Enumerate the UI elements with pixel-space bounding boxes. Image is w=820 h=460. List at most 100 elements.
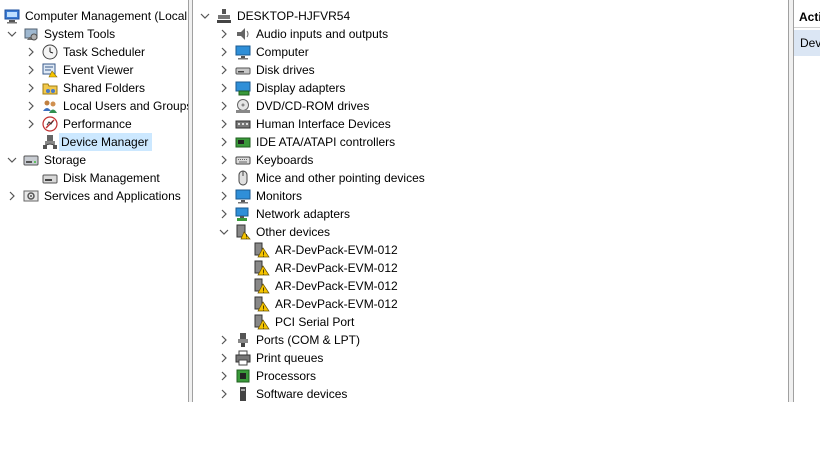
chevron-right-icon[interactable] <box>218 133 230 151</box>
chevron-right-icon[interactable] <box>218 79 230 97</box>
chevron-right-icon[interactable] <box>25 97 37 115</box>
tree-item-storage[interactable]: Storage <box>0 151 188 169</box>
chevron-down-icon[interactable] <box>6 25 18 43</box>
chevron-right-icon[interactable] <box>25 79 37 97</box>
display-adapter-icon <box>235 80 251 96</box>
device-warning-icon: ! <box>254 260 270 277</box>
disk-drive-icon <box>235 62 251 78</box>
chevron-right-icon[interactable] <box>218 331 230 349</box>
computer-management-icon <box>4 8 20 24</box>
chevron-right-icon[interactable] <box>218 43 230 61</box>
computer-host-icon <box>216 8 232 24</box>
keyboard-icon <box>235 152 251 168</box>
chevron-right-icon[interactable] <box>25 61 37 79</box>
monitor-icon <box>235 188 251 204</box>
tree-item-performance[interactable]: Performance <box>0 115 188 133</box>
storage-icon <box>23 152 39 168</box>
tree-item-label: Computer Management (Local <box>25 9 188 23</box>
actions-item-device-manager[interactable]: Dev <box>794 30 820 56</box>
device-category-label: Disk drives <box>256 63 315 77</box>
tree-item-label: Device Manager <box>59 133 152 151</box>
actions-header: Acti <box>794 6 820 28</box>
chevron-right-icon[interactable] <box>218 97 230 115</box>
tree-item-task-scheduler[interactable]: Task Scheduler <box>0 43 188 61</box>
tree-item-disk-management[interactable]: Disk Management <box>0 169 188 187</box>
chevron-right-icon[interactable] <box>218 115 230 133</box>
speaker-icon <box>235 26 251 42</box>
device-category-label: IDE ATA/ATAPI controllers <box>256 135 396 149</box>
chevron-right-icon[interactable] <box>218 61 230 79</box>
chevron-right-icon[interactable] <box>6 187 18 205</box>
device-category-label: Ports (COM & LPT) <box>256 333 361 347</box>
svg-text:!: ! <box>262 305 265 313</box>
device-category-label: DVD/CD-ROM drives <box>256 99 370 113</box>
device-category-label: Network adapters <box>256 207 351 221</box>
tree-item-local-users-groups[interactable]: Local Users and Groups <box>0 97 188 115</box>
device-warning-icon: ! <box>254 314 270 331</box>
device-tree: DESKTOP-HJFVR54 Audio inputs and outputs… <box>193 0 788 402</box>
device-item-label: AR-DevPack-EVM-012 <box>275 297 398 311</box>
chevron-right-icon[interactable] <box>25 115 37 133</box>
navigation-tree: Computer Management (Local System Tools … <box>0 0 188 402</box>
mouse-icon <box>235 170 251 186</box>
other-devices-icon: ! <box>235 224 251 241</box>
tree-item-label: Local Users and Groups <box>63 99 188 113</box>
software-device-icon <box>235 386 251 402</box>
device-category-label: Print queues <box>256 351 324 365</box>
chevron-down-icon[interactable] <box>6 151 18 169</box>
tree-item-label: Task Scheduler <box>63 45 146 59</box>
device-item-label: AR-DevPack-EVM-012 <box>275 261 398 275</box>
device-category-label: Computer <box>256 45 309 59</box>
chevron-right-icon[interactable] <box>218 205 230 223</box>
monitor-icon <box>235 44 251 60</box>
device-category-label: Human Interface Devices <box>256 117 391 131</box>
services-icon <box>23 188 39 204</box>
device-category-label: Display adapters <box>256 81 346 95</box>
tree-item-label: Storage <box>44 153 87 167</box>
tree-item-label: Performance <box>63 117 132 131</box>
chevron-right-icon[interactable] <box>218 151 230 169</box>
svg-text:!: ! <box>245 234 247 241</box>
device-warning-icon: ! <box>254 242 270 259</box>
tree-item-system-tools[interactable]: System Tools <box>0 25 188 43</box>
device-category-label: Monitors <box>256 189 303 203</box>
device-item-label: AR-DevPack-EVM-012 <box>275 243 398 257</box>
processor-icon <box>235 368 251 384</box>
chevron-right-icon[interactable] <box>218 25 230 43</box>
computer-management-window: Computer Management (Local System Tools … <box>0 0 820 402</box>
device-category-label: Other devices <box>256 225 331 239</box>
tree-item-event-viewer[interactable]: Event Viewer <box>0 61 188 79</box>
tree-item-label: Disk Management <box>63 171 160 185</box>
chevron-right-icon[interactable] <box>25 43 37 61</box>
chevron-down-icon[interactable] <box>199 7 211 25</box>
chevron-right-icon[interactable] <box>218 385 230 402</box>
system-tools-icon <box>23 26 39 42</box>
shared-folder-icon <box>42 80 58 96</box>
chevron-right-icon[interactable] <box>218 169 230 187</box>
tree-item-shared-folders[interactable]: Shared Folders <box>0 79 188 97</box>
tree-item-label: Shared Folders <box>63 81 146 95</box>
tree-item-label: Services and Applications <box>44 189 181 203</box>
performance-icon <box>42 116 58 132</box>
tree-item-computer-management[interactable]: Computer Management (Local <box>0 7 188 25</box>
chevron-right-icon[interactable] <box>218 367 230 385</box>
chevron-down-icon[interactable] <box>218 223 230 241</box>
chevron-right-icon[interactable] <box>218 187 230 205</box>
device-warning-icon: ! <box>254 278 270 295</box>
tree-item-services-applications[interactable]: Services and Applications <box>0 187 188 205</box>
hid-icon <box>235 116 251 132</box>
device-category-label: Keyboards <box>256 153 314 167</box>
tree-item-device-manager[interactable]: Device Manager <box>38 133 152 151</box>
device-tree-root-label: DESKTOP-HJFVR54 <box>237 9 351 23</box>
chevron-right-icon[interactable] <box>218 349 230 367</box>
device-item-label: AR-DevPack-EVM-012 <box>275 279 398 293</box>
network-adapter-icon <box>235 206 251 222</box>
device-category-label: Audio inputs and outputs <box>256 27 389 41</box>
device-category-label: Software devices <box>256 387 348 401</box>
event-viewer-icon <box>42 62 58 78</box>
tree-item-label: Event Viewer <box>63 63 134 77</box>
clock-icon <box>42 44 58 60</box>
blank-area <box>0 402 820 460</box>
tree-item-label: System Tools <box>44 27 116 41</box>
printer-icon <box>235 350 251 366</box>
